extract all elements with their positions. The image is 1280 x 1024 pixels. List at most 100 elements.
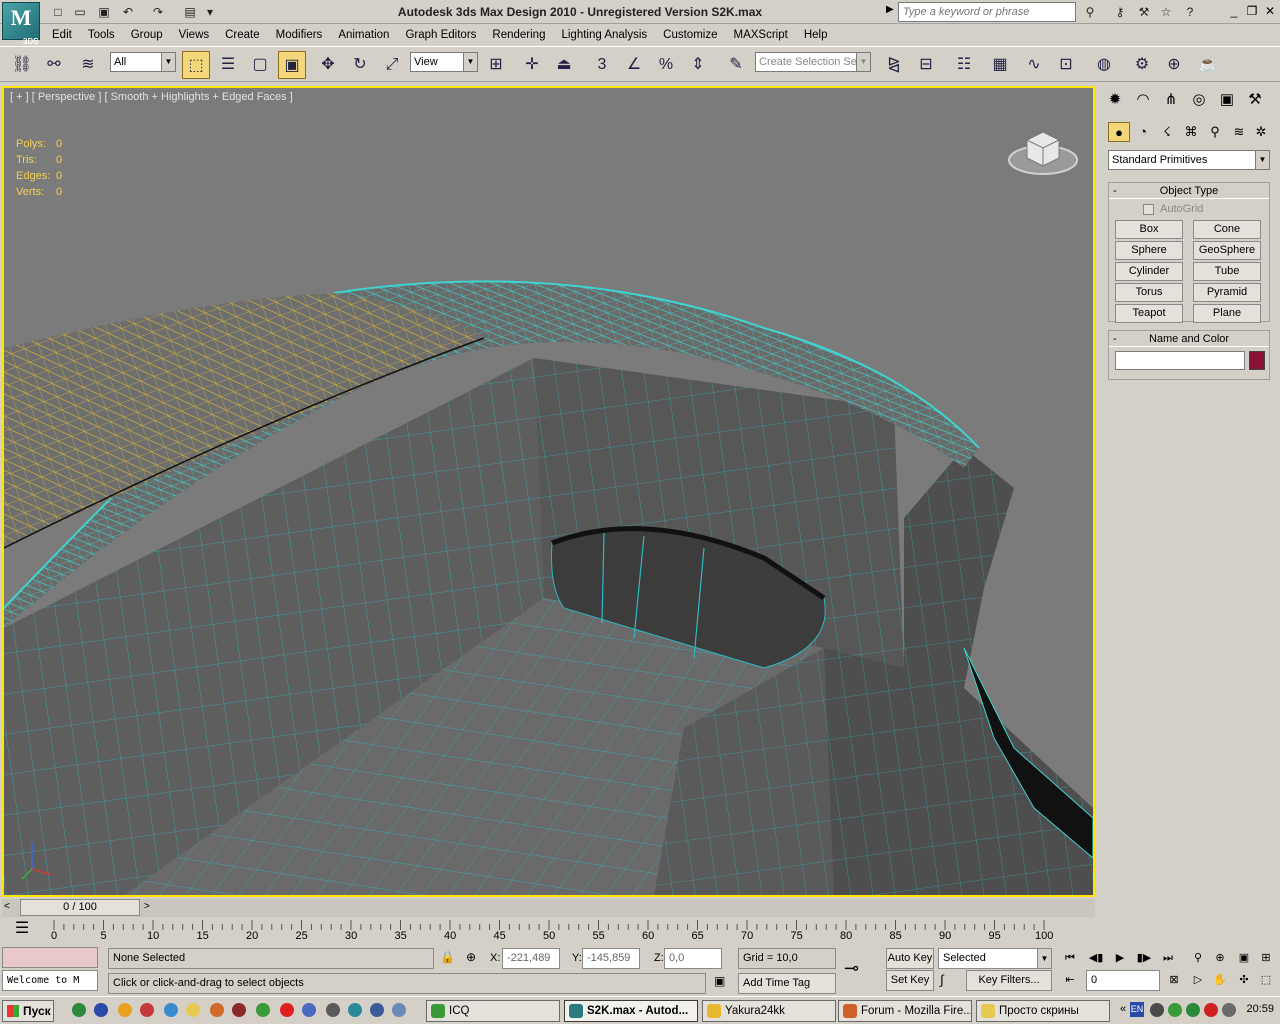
autogrid-checkbox[interactable]: AutoGrid bbox=[1143, 203, 1203, 215]
add-time-tag-button[interactable]: Add Time Tag bbox=[738, 973, 836, 994]
undo-icon[interactable]: ↶ bbox=[118, 3, 138, 21]
binoculars-icon[interactable]: ⚲ bbox=[1080, 3, 1100, 21]
default-tangent-icon[interactable]: ∫ bbox=[940, 972, 944, 987]
tray-volume-icon[interactable] bbox=[1222, 1003, 1236, 1017]
render-setup-icon[interactable]: ⚙ bbox=[1128, 51, 1156, 79]
save-file-icon[interactable]: ▣ bbox=[94, 3, 114, 21]
reference-coordinate-dropdown[interactable]: View ▼ bbox=[410, 52, 478, 72]
set-key-button[interactable]: Set Key bbox=[886, 970, 934, 991]
taskbar-item-firefox[interactable]: Forum - Mozilla Fire... bbox=[838, 1000, 972, 1022]
maxscript-listener-top[interactable] bbox=[2, 947, 98, 968]
curve-editor-icon[interactable]: ∿ bbox=[1020, 51, 1048, 79]
go-to-end-icon[interactable]: ⏭ bbox=[1158, 948, 1178, 968]
cylinder-button[interactable]: Cylinder bbox=[1115, 262, 1183, 281]
shapes-icon[interactable]: ◔ bbox=[1132, 122, 1154, 142]
pivot-point-center-icon[interactable]: ⊞ bbox=[482, 51, 510, 79]
layer-manager-icon[interactable]: ☷ bbox=[950, 51, 978, 79]
minimize-icon[interactable]: _ bbox=[1226, 3, 1242, 19]
zoom-icon[interactable]: ⚲ bbox=[1188, 948, 1208, 968]
play-icon[interactable]: ▶ bbox=[1110, 948, 1130, 968]
redo-icon[interactable]: ↷ bbox=[148, 3, 168, 21]
key-mode-toggle-icon[interactable]: ⇤ bbox=[1060, 970, 1080, 990]
quicklaunch-app-6-icon[interactable] bbox=[392, 1003, 406, 1017]
time-slider-track[interactable]: < 0 / 100 > bbox=[2, 899, 1095, 917]
go-to-start-icon[interactable]: ⏮ bbox=[1060, 948, 1080, 968]
menu-animation[interactable]: Animation bbox=[330, 26, 397, 44]
taskbar-item-yakura[interactable]: Yakura24kk bbox=[702, 1000, 836, 1022]
primitive-category-dropdown[interactable]: Standard Primitives ▼ bbox=[1108, 150, 1270, 170]
internet-explorer-icon[interactable] bbox=[164, 1003, 178, 1017]
subscription-icon[interactable]: ⚷ bbox=[1110, 3, 1130, 21]
select-and-manipulate-icon[interactable]: ✛ bbox=[518, 51, 546, 79]
zoom-all-icon[interactable]: ⊕ bbox=[1210, 948, 1230, 968]
maxscript-listener-field[interactable]: Welcome to M bbox=[2, 970, 98, 991]
geosphere-button[interactable]: GeoSphere bbox=[1193, 241, 1261, 260]
pan-view-icon[interactable]: ✋ bbox=[1210, 970, 1230, 990]
percent-snap-icon[interactable]: % bbox=[652, 51, 680, 79]
taskbar-item-3dsmax[interactable]: S2K.max - Autod... bbox=[564, 1000, 698, 1022]
quicklaunch-app-4-icon[interactable] bbox=[348, 1003, 362, 1017]
align-icon[interactable]: ⊟ bbox=[912, 51, 940, 79]
select-and-rotate-icon[interactable]: ↻ bbox=[346, 51, 374, 79]
object-color-swatch[interactable] bbox=[1249, 351, 1265, 370]
render-production-icon[interactable]: ☕ bbox=[1194, 51, 1222, 79]
quicklaunch-app-3-icon[interactable] bbox=[326, 1003, 340, 1017]
language-indicator[interactable]: EN bbox=[1130, 1002, 1144, 1017]
menu-help[interactable]: Help bbox=[796, 26, 836, 44]
set-key-icon[interactable]: ⊸ bbox=[844, 958, 876, 980]
angle-snap-icon[interactable]: ∠ bbox=[620, 51, 648, 79]
schematic-view-icon[interactable]: ⊡ bbox=[1052, 51, 1080, 79]
previous-key-icon[interactable]: ◀▮ bbox=[1086, 948, 1106, 968]
graphite-modeling-icon[interactable]: ▦ bbox=[986, 51, 1014, 79]
quicklaunch-app-icon[interactable] bbox=[118, 1003, 132, 1017]
auto-key-button[interactable]: Auto Key bbox=[886, 948, 934, 969]
open-file-icon[interactable]: ▭ bbox=[70, 3, 90, 21]
menu-edit[interactable]: Edit bbox=[44, 26, 80, 44]
bind-to-space-warp-icon[interactable]: ≋ bbox=[74, 51, 102, 79]
lock-icon[interactable]: 🔒 bbox=[440, 950, 455, 964]
search-box[interactable] bbox=[898, 2, 1076, 22]
menu-group[interactable]: Group bbox=[123, 26, 171, 44]
next-frame-icon[interactable]: > bbox=[144, 901, 150, 912]
edit-named-selection-icon[interactable]: ✎ bbox=[722, 51, 750, 79]
key-filters-button[interactable]: Key Filters... bbox=[966, 970, 1052, 991]
keyboard-shortcut-override-icon[interactable]: ⏏ bbox=[550, 51, 578, 79]
field-of-view-icon[interactable]: ▷ bbox=[1188, 970, 1208, 990]
favorites-star-icon[interactable]: ☆ bbox=[1156, 3, 1176, 21]
start-button[interactable]: Пуск bbox=[2, 1000, 54, 1022]
opera-icon[interactable] bbox=[280, 1003, 294, 1017]
quicklaunch-app-2-icon[interactable] bbox=[302, 1003, 316, 1017]
modify-tab-icon[interactable]: ◠ bbox=[1130, 88, 1156, 112]
menu-graph-editors[interactable]: Graph Editors bbox=[397, 26, 484, 44]
restore-icon[interactable]: ❐ bbox=[1244, 3, 1260, 19]
track-bar[interactable]: 0 5 10 15 20 25 30 35 40 45 50 55 60 65 70 75 80 85 90 95 10… bbox=[50, 918, 1053, 944]
previous-frame-icon[interactable]: < bbox=[4, 901, 10, 912]
z-coordinate-field[interactable]: 0,0 bbox=[664, 948, 722, 969]
named-selection-dropdown[interactable]: Create Selection Se ▼ bbox=[755, 52, 871, 72]
selection-filter-dropdown[interactable]: All ▼ bbox=[110, 52, 176, 72]
display-tab-icon[interactable]: ▣ bbox=[1214, 88, 1240, 112]
chrome-icon[interactable] bbox=[140, 1003, 154, 1017]
tray-antivirus-icon[interactable] bbox=[1204, 1003, 1218, 1017]
y-coordinate-field[interactable]: -145,859 bbox=[582, 948, 640, 969]
systems-icon[interactable]: ✲ bbox=[1250, 122, 1272, 142]
close-icon[interactable]: ✕ bbox=[1262, 3, 1278, 19]
lights-icon[interactable]: ☇ bbox=[1156, 122, 1178, 142]
help-icon[interactable]: ? bbox=[1180, 3, 1200, 21]
name-and-color-rollout-header[interactable]: - Name and Color bbox=[1109, 331, 1269, 347]
time-slider-thumb[interactable]: 0 / 100 bbox=[20, 899, 140, 916]
utorrent-icon[interactable] bbox=[72, 1003, 86, 1017]
menu-rendering[interactable]: Rendering bbox=[484, 26, 553, 44]
space-warps-icon[interactable]: ≋ bbox=[1228, 122, 1250, 142]
viewcube-icon[interactable] bbox=[1007, 120, 1079, 178]
quick-access-dropdown-icon[interactable]: ▾ bbox=[200, 3, 220, 21]
mirror-icon[interactable]: ⧎ bbox=[880, 51, 908, 79]
window-crossing-icon[interactable]: ▣ bbox=[278, 51, 306, 79]
maximize-viewport-icon[interactable]: ⬚ bbox=[1256, 970, 1276, 990]
quicklaunch-app-5-icon[interactable] bbox=[370, 1003, 384, 1017]
geometry-icon[interactable]: ● bbox=[1108, 122, 1130, 142]
zoom-extents-icon[interactable]: ▣ bbox=[1234, 948, 1254, 968]
plane-button[interactable]: Plane bbox=[1193, 304, 1261, 323]
orbit-icon[interactable]: ✣ bbox=[1234, 970, 1254, 990]
menu-modifiers[interactable]: Modifiers bbox=[268, 26, 331, 44]
